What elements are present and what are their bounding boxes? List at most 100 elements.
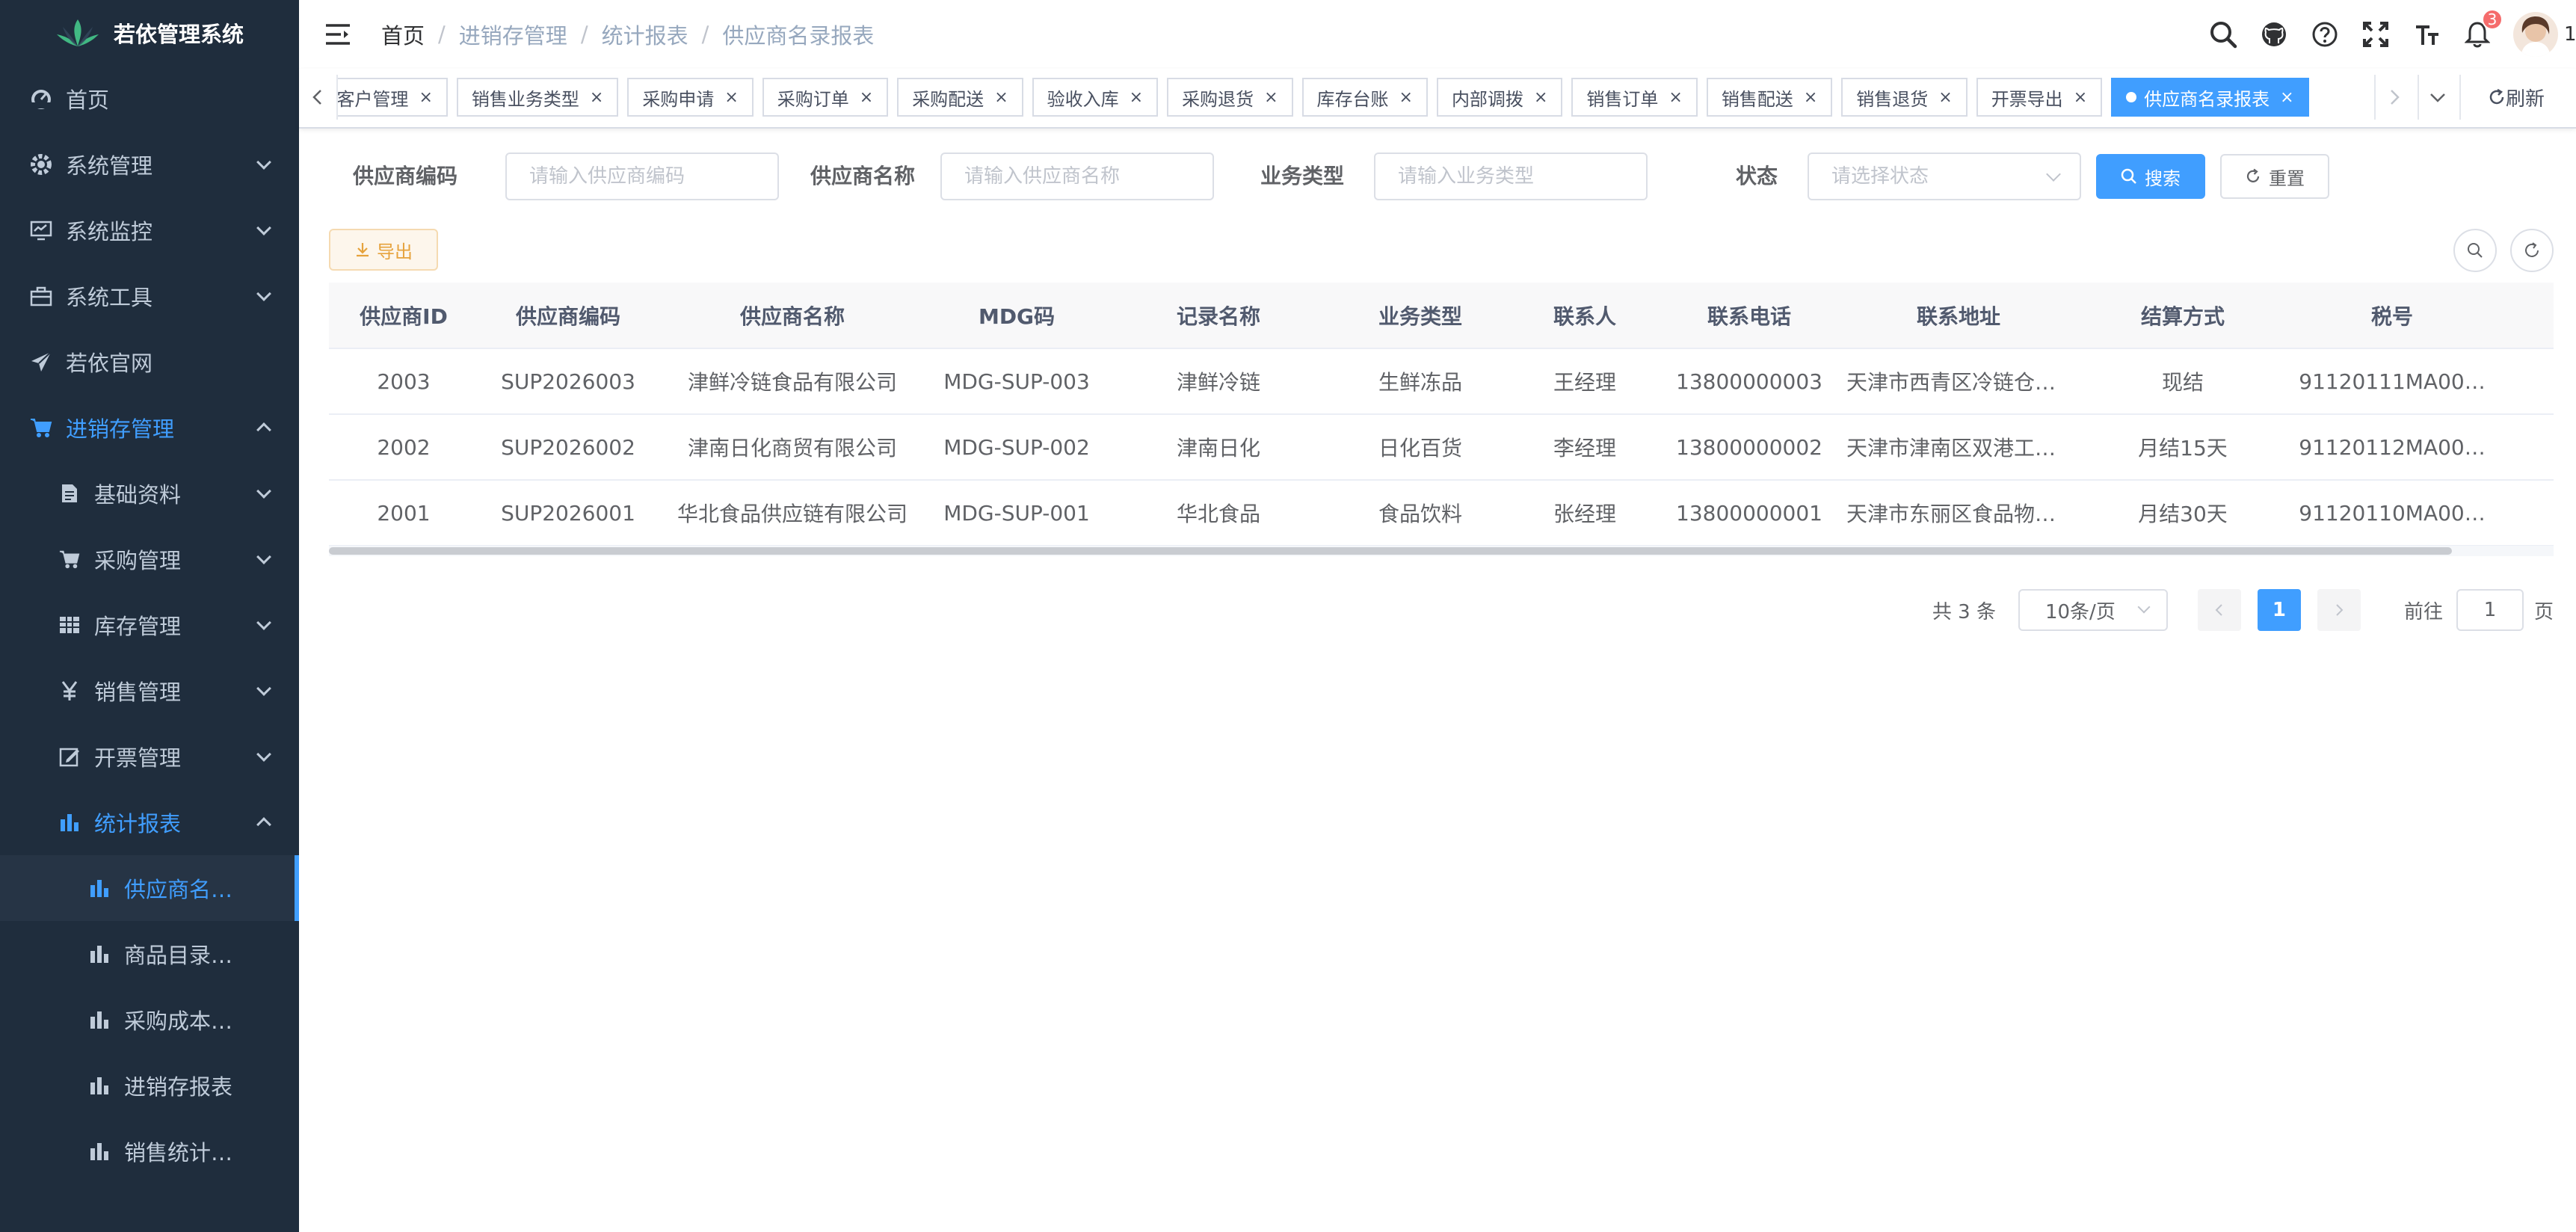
help-icon[interactable] [2310,19,2340,49]
export-button[interactable]: 导出 [329,229,438,271]
tags-scroll-right[interactable] [2374,75,2413,120]
sidebar-item-inventory-report[interactable]: 进销存报表 [0,1053,299,1118]
tag-item[interactable]: 采购退货 × [1167,78,1293,117]
search-button[interactable]: 搜索 [2096,154,2205,199]
sidebar-item-sales-report[interactable]: 销售统计… [0,1118,299,1184]
close-icon[interactable]: × [1534,88,1547,107]
github-icon[interactable] [2259,19,2289,49]
sidebar-item-product-report[interactable]: 商品目录… [0,921,299,987]
tags-scroll-left[interactable] [299,75,338,120]
close-icon[interactable]: × [1130,88,1143,107]
tag-label: 供应商名录报表 [2144,88,2270,110]
sidebar-item-reports[interactable]: 统计报表 [0,789,299,855]
sidebar-item-invoice[interactable]: 开票管理 [0,724,299,789]
tags-refresh-button[interactable]: 刷新 [2459,75,2572,120]
sidebar-item-inventory[interactable]: 进销存管理 [0,395,299,461]
sidebar-item-system[interactable]: 系统管理 [0,132,299,197]
bell-icon[interactable]: 3 [2462,9,2503,49]
table-header-cell: 供应商ID [329,283,478,349]
tag-item[interactable]: 开票导出 × [1976,78,2103,117]
table-header-cell: 供应商编码 [478,283,658,349]
close-icon[interactable]: × [1399,88,1413,107]
sidebar-item-basic-data[interactable]: 基础资料 [0,461,299,526]
breadcrumb: 首页 / 进销存管理 / 统计报表 / 供应商名录报表 [381,19,874,50]
sidebar-item-tools[interactable]: 系统工具 [0,263,299,329]
refresh-table-button[interactable] [2510,229,2554,272]
close-icon[interactable]: × [1264,88,1278,107]
sidebar-item-stock[interactable]: 库存管理 [0,592,299,658]
close-icon[interactable]: × [860,88,873,107]
tag-label: 开票导出 [1991,88,2063,110]
table-cell: 2001 [329,480,478,546]
tag-item[interactable]: 销售退货 × [1841,78,1968,117]
font-size-icon[interactable] [2412,19,2441,49]
refresh-icon [2525,242,2539,257]
grid-icon [58,614,81,636]
search-icon[interactable] [2208,19,2238,49]
table-horizontal-scrollbar[interactable] [329,546,2554,556]
tag-item-active[interactable]: 供应商名录报表 × [2111,78,2309,117]
tag-item[interactable]: 销售订单 × [1571,78,1698,117]
tag-item[interactable]: 采购申请 × [627,78,754,117]
next-page-button[interactable] [2317,589,2361,631]
tag-item[interactable]: 销售配送 × [1706,78,1833,117]
tag-item[interactable]: 库存台账 × [1301,78,1428,117]
close-icon[interactable]: × [590,88,603,107]
sidebar-item-purchase[interactable]: 采购管理 [0,526,299,592]
sidebar-item-monitor[interactable]: 系统监控 [0,197,299,263]
close-icon[interactable]: × [419,88,432,107]
reset-button[interactable]: 重置 [2220,154,2329,199]
toggle-search-button[interactable] [2453,229,2497,272]
active-dot-icon [2126,92,2137,102]
chevron-down-icon [256,484,271,499]
logo[interactable]: 若依管理系统 [0,0,299,66]
status-select[interactable]: 请选择状态 [1808,153,2081,200]
sidebar-item-home[interactable]: 首页 [0,66,299,132]
tag-item[interactable]: 内部调拨 × [1436,78,1563,117]
tag-label: 采购订单 [777,88,849,110]
close-icon[interactable]: × [724,88,738,107]
table-cell: 天津市西青区冷链仓储… [1839,348,2078,415]
table-row[interactable]: 2001 SUP2026001 华北食品供应链有限公司 MDG-SUP-001 华北食品… [329,480,2554,546]
sidebar-item-sales[interactable]: 销售管理 [0,658,299,724]
page-size-select[interactable]: 10条/页 [2018,589,2168,631]
sidebar-item-supplier-report[interactable]: 供应商名… [0,855,299,921]
close-icon[interactable]: × [1938,88,1952,107]
table-row[interactable]: 2002 SUP2026002 津南日化商贸有限公司 MDG-SUP-002 津南日化日… [329,414,2554,481]
business-type-input[interactable]: 请输入业务类型 [1374,153,1648,200]
supplier-code-input[interactable]: 请输入供应商编码 [505,153,779,200]
goto-page-input[interactable]: 1 [2456,589,2524,631]
table-row[interactable]: 2003 SUP2026003 津鲜冷链食品有限公司 MDG-SUP-003 津鲜冷链生… [329,348,2554,415]
close-icon[interactable]: × [2280,88,2293,107]
tag-item[interactable]: 客户管理 × [338,78,448,117]
supplier-name-input[interactable]: 请输入供应商名称 [940,153,1214,200]
close-icon[interactable]: × [1804,88,1817,107]
supplier-name-label: 供应商名称 [810,164,915,188]
tag-item[interactable]: 验收入库 × [1032,78,1159,117]
page-size-value: 10条/页 [2045,600,2116,623]
avatar[interactable] [2513,12,2558,57]
tag-item[interactable]: 销售业务类型 × [456,78,619,117]
hamburger-icon[interactable] [324,22,351,46]
breadcrumb-item[interactable]: 首页 [381,19,425,50]
close-icon[interactable]: × [2074,88,2087,107]
sidebar-item-label: 基础资料 [94,482,182,508]
tag-item[interactable]: 采购订单 × [762,78,889,117]
tags-refresh-label: 刷新 [2505,87,2545,111]
tags-dropdown[interactable] [2418,75,2456,120]
sidebar-item-cost-report[interactable]: 采购成本… [0,987,299,1053]
table-cell: 张经理 [1510,480,1660,546]
close-icon[interactable]: × [1668,88,1682,107]
page-number[interactable]: 1 [2257,589,2301,631]
table-cell: 2003 [329,348,478,415]
tags-list: 理×客户管理×销售业务类型×采购申请×采购订单×采购配送×验收入库×采购退货×库… [338,78,2309,117]
prev-page-button[interactable] [2197,589,2241,631]
scrollbar-thumb[interactable] [329,547,2452,555]
tag-item[interactable]: 采购配送 × [897,78,1023,117]
sidebar: 若依管理系统 首页 系统管理 系统监控 系统工具 若依官网 进销存管理 基础资料… [0,0,299,1232]
sidebar-item-website[interactable]: 若依官网 [0,329,299,395]
close-icon[interactable]: × [994,88,1008,107]
table-cell [2497,348,2554,415]
fullscreen-icon[interactable] [2361,19,2391,49]
search-button-label: 搜索 [2145,167,2181,189]
